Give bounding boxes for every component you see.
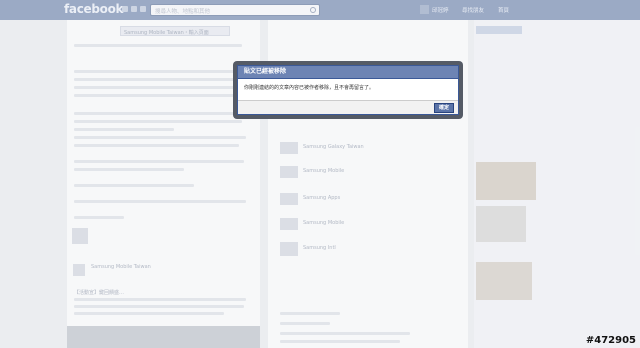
confirm-button[interactable]: 確定: [433, 103, 454, 113]
watermark: #472905: [585, 335, 636, 346]
dialog-frame: 貼文已經被移除 你剛剛連結的的文章內容已被作者移除，且不會再留言了。 確定: [233, 61, 463, 119]
dialog-title: 貼文已經被移除: [238, 66, 458, 79]
dialog-message: 你剛剛連結的的文章內容已被作者移除，且不會再留言了。: [244, 85, 375, 91]
post-removed-dialog: 貼文已經被移除 你剛剛連結的的文章內容已被作者移除，且不會再留言了。 確定: [237, 65, 459, 115]
dialog-footer: 確定: [238, 100, 458, 114]
modal-overlay: [0, 0, 640, 348]
